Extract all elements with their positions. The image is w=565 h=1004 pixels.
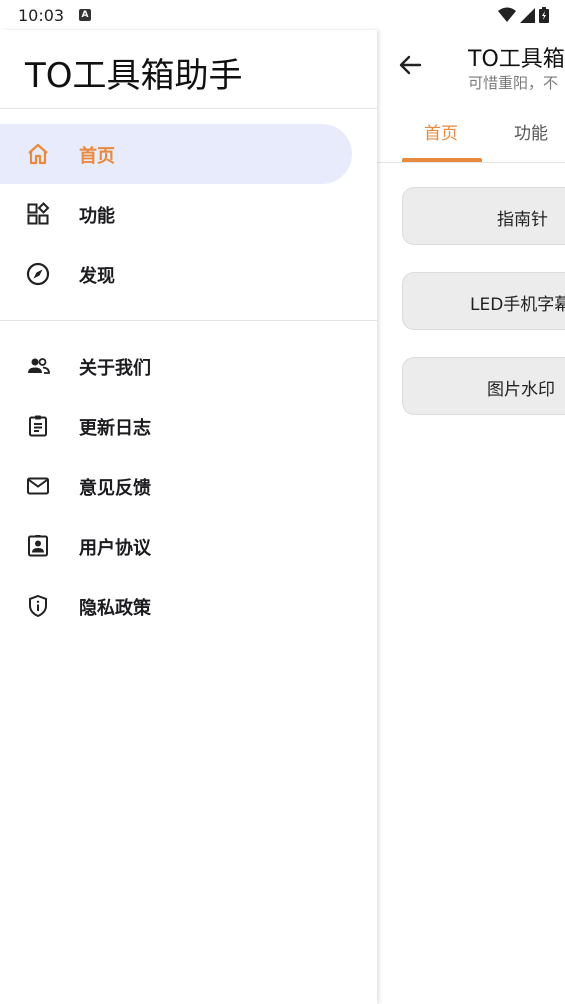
drawer-divider	[0, 108, 377, 109]
led-subtitle-button[interactable]: LED手机字幕	[402, 272, 565, 330]
tab-indicator	[402, 158, 482, 162]
compass-icon	[26, 262, 50, 286]
compass-button[interactable]: 指南针	[402, 187, 565, 245]
app-subtitle: 可惜重阳，不	[468, 74, 559, 92]
nav-label: 发现	[79, 266, 115, 287]
navigation-drawer: TO工具箱助手 首页 功能 发现 关于我们 更新日志 意见反馈 用户协议 隐私政…	[0, 30, 377, 1004]
battery-icon	[539, 7, 549, 23]
badge-icon	[28, 535, 48, 557]
tab-functions[interactable]: 功能	[514, 119, 548, 144]
nav-label: 功能	[79, 206, 115, 227]
nav-item-home[interactable]: 首页	[0, 124, 352, 184]
clipboard-icon	[29, 415, 47, 437]
tab-bar: 首页 功能	[377, 108, 565, 163]
wifi-icon	[498, 7, 516, 22]
app-title: TO工具箱助手	[468, 47, 565, 72]
nav-label: 更新日志	[79, 418, 151, 439]
nav-item-discover[interactable]: 发现	[0, 244, 352, 304]
image-watermark-button-label: 图片水印	[487, 380, 555, 400]
nav-item-functions[interactable]: 功能	[0, 184, 352, 244]
nav-item-user-agreement[interactable]: 用户协议	[0, 516, 352, 576]
home-icon	[28, 143, 48, 165]
drawer-divider	[0, 320, 377, 321]
compass-button-label: 指南针	[497, 210, 548, 230]
status-bar: 10:03 A	[0, 0, 565, 30]
widgets-icon	[27, 202, 50, 225]
nav-label: 首页	[79, 146, 115, 167]
people-icon	[28, 358, 50, 374]
status-time: 10:03	[18, 6, 65, 25]
nav-label: 用户协议	[79, 538, 151, 559]
shield-info-icon	[29, 594, 47, 618]
nav-item-about[interactable]: 关于我们	[0, 336, 352, 396]
nav-label: 隐私政策	[79, 598, 151, 619]
signal-icon	[520, 7, 535, 23]
nav-label: 意见反馈	[79, 478, 151, 499]
nav-item-feedback[interactable]: 意见反馈	[0, 456, 352, 516]
nav-label: 关于我们	[79, 358, 151, 379]
image-watermark-button[interactable]: 图片水印	[402, 357, 565, 415]
tab-home[interactable]: 首页	[424, 119, 458, 144]
notification-icon: A	[79, 9, 91, 21]
main-pane: TO工具箱助手 可惜重阳，不 首页 功能 指南针 LED手机字幕 图片水印	[377, 30, 565, 1004]
drawer-title: TO工具箱助手	[25, 56, 243, 96]
led-subtitle-button-label: LED手机字幕	[470, 295, 565, 315]
nav-item-changelog[interactable]: 更新日志	[0, 396, 352, 456]
status-icons	[498, 7, 549, 23]
back-arrow-icon[interactable]	[395, 50, 425, 80]
nav-item-privacy-policy[interactable]: 隐私政策	[0, 576, 352, 636]
mail-icon	[27, 477, 49, 495]
